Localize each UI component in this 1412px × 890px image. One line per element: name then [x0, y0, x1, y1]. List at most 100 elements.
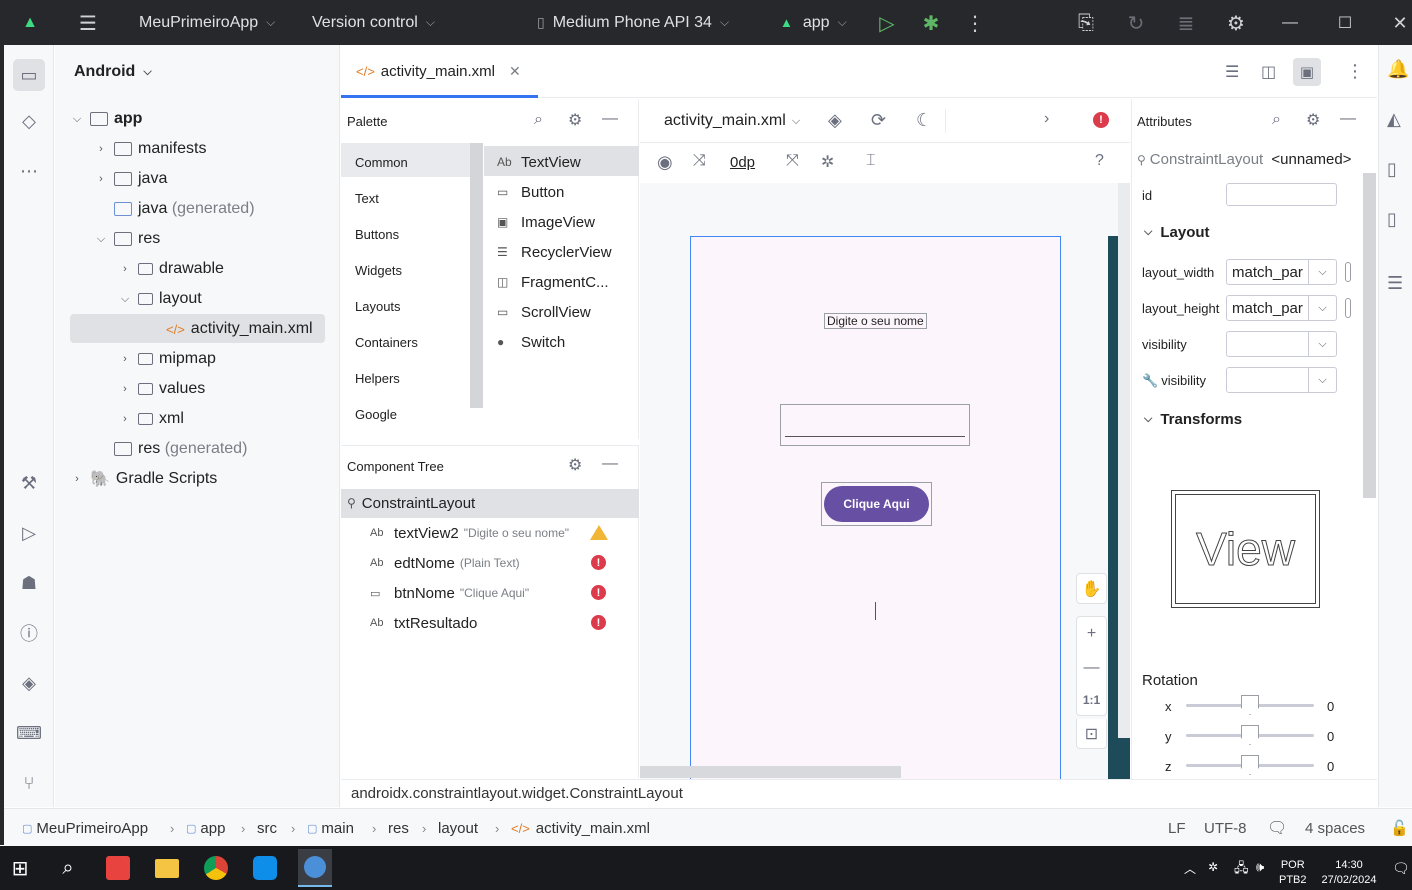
git-icon[interactable]: ⑂: [17, 771, 41, 795]
problems-icon[interactable]: ⓘ: [17, 621, 41, 645]
language-indicator[interactable]: POR PTB2: [1279, 858, 1307, 888]
more-tools-icon[interactable]: ⋯: [17, 159, 41, 183]
pan-hand-icon[interactable]: ✋: [1076, 573, 1107, 604]
attributes-scrollbar[interactable]: [1363, 173, 1376, 498]
hide-panel-icon[interactable]: —: [602, 110, 618, 128]
file-explorer-icon[interactable]: [151, 852, 183, 884]
component-btnnome[interactable]: ▭ btnNome "Clique Aqui": [370, 581, 529, 605]
gear-icon[interactable]: ⚙: [1306, 110, 1320, 130]
device-manager-icon[interactable]: ▯: [1387, 159, 1397, 180]
palette-category-buttons[interactable]: Buttons: [355, 227, 399, 242]
breadcrumb-file[interactable]: </> activity_main.xml: [511, 809, 650, 847]
error-indicator-icon[interactable]: !: [1093, 112, 1109, 128]
design-view-icon[interactable]: ▣: [1293, 58, 1321, 86]
design-horizontal-scrollbar[interactable]: [640, 766, 901, 778]
palette-category-containers[interactable]: Containers: [355, 335, 418, 350]
design-blueprint-toggle-icon[interactable]: ◈: [828, 110, 842, 131]
palette-item-switch[interactable]: ● Switch: [497, 330, 565, 354]
zoom-out-icon[interactable]: —: [1084, 659, 1100, 677]
resource-manager-icon[interactable]: ◇: [17, 109, 41, 133]
run-icon[interactable]: ▷: [875, 11, 899, 35]
tree-item-xml[interactable]: › xml: [118, 405, 184, 433]
visibility-select[interactable]: ⌵: [1226, 331, 1337, 357]
gradle-elephant-icon[interactable]: ◭: [1387, 109, 1401, 130]
run-config-selector[interactable]: ▲ app ⌵: [780, 0, 847, 45]
tree-item-gradle-scripts[interactable]: › 🐘 Gradle Scripts: [70, 465, 217, 493]
zoom-actual-size[interactable]: 1:1: [1083, 693, 1100, 707]
close-window-icon[interactable]: ✕: [1388, 11, 1412, 35]
layout-height-handle[interactable]: [1345, 298, 1351, 318]
transforms-section-header[interactable]: ⌵ Transforms: [1144, 411, 1242, 428]
teamviewer-icon[interactable]: [249, 852, 281, 884]
id-input[interactable]: [1226, 183, 1337, 206]
orientation-icon[interactable]: ⟳: [871, 110, 886, 131]
zoom-to-fit-icon[interactable]: ⊡: [1076, 719, 1107, 749]
running-devices-icon[interactable]: ▯: [1387, 209, 1397, 230]
lock-icon[interactable]: 🔓: [1390, 809, 1409, 847]
tray-overflow-icon[interactable]: ︿: [1184, 860, 1196, 877]
tree-item-drawable[interactable]: › drawable: [118, 255, 224, 283]
project-selector[interactable]: MeuPrimeiroApp ⌵: [139, 0, 275, 45]
breadcrumb-project[interactable]: ▢ MeuPrimeiroApp: [22, 809, 148, 847]
palette-category-helpers[interactable]: Helpers: [355, 371, 400, 386]
tray-app-icon[interactable]: ✲: [1208, 860, 1218, 874]
line-separator-indicator[interactable]: LF: [1168, 809, 1186, 847]
windows-start-icon[interactable]: ⊞: [4, 852, 36, 884]
apply-changes-icon[interactable]: ↻: [1124, 11, 1148, 35]
chevron-right-icon[interactable]: ›: [1044, 110, 1049, 128]
breadcrumb-main[interactable]: ▢ main: [307, 809, 354, 847]
debug-icon[interactable]: ✱: [919, 11, 943, 35]
code-view-icon[interactable]: ☰: [1225, 62, 1239, 82]
preview-button-frame[interactable]: Clique Aqui: [821, 482, 932, 526]
split-view-icon[interactable]: ◫: [1261, 62, 1276, 82]
project-folder-icon[interactable]: ▭: [13, 59, 45, 91]
more-options-icon[interactable]: ⋮: [1346, 61, 1364, 82]
breadcrumb-app[interactable]: ▢ app: [186, 809, 225, 847]
main-menu-icon[interactable]: ☰: [76, 11, 100, 35]
sync-icon[interactable]: ≣: [1174, 11, 1198, 35]
help-icon[interactable]: ?: [1095, 152, 1104, 170]
search-icon[interactable]: ⌕: [1272, 111, 1281, 129]
palette-category-text[interactable]: Text: [355, 191, 379, 206]
maximize-icon[interactable]: ☐: [1333, 11, 1357, 35]
structure-list-icon[interactable]: ☰: [1387, 273, 1403, 294]
layout-width-select[interactable]: match_par ⌵: [1226, 259, 1337, 285]
preview-textview[interactable]: Digite o seu nome: [824, 313, 927, 329]
phone-preview[interactable]: Digite o seu nome Clique Aqui: [690, 236, 1061, 781]
view-options-eye-icon[interactable]: ◉: [657, 152, 673, 173]
terminal-icon[interactable]: ⌨: [16, 721, 42, 745]
comment-icon[interactable]: 🗨: [1267, 809, 1287, 847]
anydesk-app-icon[interactable]: [102, 852, 134, 884]
minimize-icon[interactable]: —: [1278, 11, 1302, 35]
search-icon[interactable]: ⌕: [534, 111, 543, 129]
palette-category-google[interactable]: Google: [355, 407, 397, 422]
close-tab-icon[interactable]: ✕: [509, 63, 521, 80]
guidelines-icon[interactable]: ⌶: [866, 152, 876, 170]
android-studio-taskbar-icon[interactable]: [298, 849, 332, 887]
breadcrumb-res[interactable]: res: [388, 809, 409, 847]
device-manager-icon[interactable]: ⎘: [1074, 11, 1098, 35]
project-view-selector[interactable]: Android ⌵: [74, 63, 152, 81]
tree-item-res-generated[interactable]: res (generated): [114, 435, 247, 463]
zoom-in-icon[interactable]: +: [1087, 625, 1096, 643]
component-constraintlayout[interactable]: ⚲ ConstraintLayout: [347, 491, 475, 515]
palette-item-textview[interactable]: Ab TextView: [497, 150, 581, 174]
night-mode-icon[interactable]: ☾: [916, 110, 932, 131]
autoconnect-icon[interactable]: ⤨: [693, 152, 706, 170]
infer-constraints-icon[interactable]: ✲: [821, 152, 834, 172]
palette-category-common[interactable]: Common: [355, 155, 408, 170]
encoding-indicator[interactable]: UTF-8: [1204, 809, 1247, 847]
error-icon[interactable]: !: [591, 555, 606, 570]
layout-section-header[interactable]: ⌵ Layout: [1144, 224, 1210, 241]
more-actions-icon[interactable]: ⋮: [963, 11, 987, 35]
run-tool-icon[interactable]: ▷: [17, 521, 41, 545]
tree-item-res[interactable]: ⌵ res: [94, 225, 160, 253]
hide-panel-icon[interactable]: —: [602, 455, 618, 473]
tree-item-layout[interactable]: ⌵ layout: [118, 285, 202, 313]
settings-bug-icon[interactable]: ⚙: [1224, 11, 1248, 35]
notifications-bell-icon[interactable]: 🔔: [1387, 59, 1409, 80]
tree-item-app[interactable]: ⌵ app: [70, 105, 143, 133]
chrome-icon[interactable]: [200, 852, 232, 884]
error-icon[interactable]: !: [591, 615, 606, 630]
tree-item-manifests[interactable]: › manifests: [94, 135, 206, 163]
